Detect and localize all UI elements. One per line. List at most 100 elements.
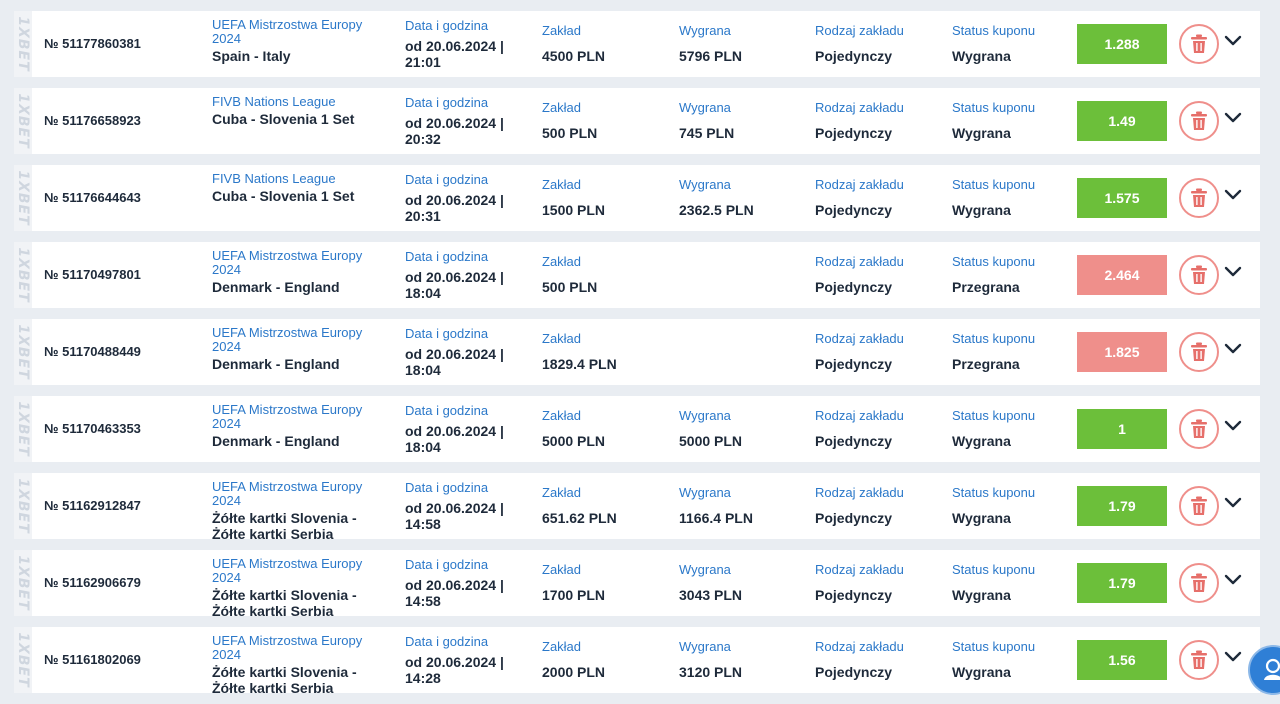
status-value: Wygrana xyxy=(952,125,1011,141)
datetime-label: Data i godzina xyxy=(405,249,489,264)
trash-icon xyxy=(1191,111,1207,130)
win-value: 5796 PLN xyxy=(679,48,743,64)
datetime-value: od 20.06.2024 | 18:04 xyxy=(405,346,504,378)
bet-type-block: Rodzaj zakładu Pojedynczy xyxy=(815,562,904,603)
win-value: 3120 PLN xyxy=(679,664,743,680)
status-label: Status kuponu xyxy=(952,177,1036,192)
bet-type-label: Rodzaj zakładu xyxy=(815,562,904,577)
bookmaker-logo-text: 1XBET xyxy=(15,93,31,149)
match-name: Żółte kartki Slovenia - Żółte kartki Ser… xyxy=(212,664,357,696)
datetime-block: Data i godzina od 20.06.2024 | 18:04 xyxy=(405,249,520,301)
bet-history-list: 1XBET № 51177860381 UEFA Mistrzostwa Eur… xyxy=(14,11,1260,704)
coefficient-badge: 1.56 xyxy=(1077,640,1167,680)
delete-button[interactable] xyxy=(1179,640,1219,680)
datetime-block: Data i godzina od 20.06.2024 | 18:04 xyxy=(405,326,520,378)
win-block: Wygrana 5000 PLN xyxy=(679,408,742,449)
expand-chevron-down-icon[interactable] xyxy=(1224,266,1242,278)
expand-chevron-down-icon[interactable] xyxy=(1224,651,1242,663)
expand-chevron-down-icon[interactable] xyxy=(1224,112,1242,124)
expand-chevron-down-icon[interactable] xyxy=(1224,420,1242,432)
expand-chevron-down-icon[interactable] xyxy=(1224,574,1242,586)
coefficient-badge: 1.825 xyxy=(1077,332,1167,372)
win-label: Wygrana xyxy=(679,408,731,423)
win-label: Wygrana xyxy=(679,100,731,115)
stake-label: Zakład xyxy=(542,485,582,500)
delete-button[interactable] xyxy=(1179,486,1219,526)
delete-button[interactable] xyxy=(1179,24,1219,64)
status-block: Status kuponu Wygrana xyxy=(952,177,1035,218)
status-label: Status kuponu xyxy=(952,408,1036,423)
delete-button[interactable] xyxy=(1179,409,1219,449)
bookmaker-logo-text: 1XBET xyxy=(15,16,31,72)
trash-icon xyxy=(1191,573,1207,592)
datetime-value: od 20.06.2024 | 14:28 xyxy=(405,654,504,686)
delete-button[interactable] xyxy=(1179,563,1219,603)
coupon-number: № 51176644643 xyxy=(44,190,141,205)
win-value: 5000 PLN xyxy=(679,433,743,449)
expand-chevron-down-icon[interactable] xyxy=(1224,497,1242,509)
match-name: Denmark - England xyxy=(212,356,340,372)
stake-value: 1500 PLN xyxy=(542,202,606,218)
delete-button[interactable] xyxy=(1179,178,1219,218)
datetime-label: Data i godzina xyxy=(405,172,489,187)
coupon-number: № 51170497801 xyxy=(44,267,141,282)
bet-type-block: Rodzaj zakładu Pojedynczy xyxy=(815,408,904,449)
bet-row[interactable]: 1XBET № 51176658923 FIVB Nations League … xyxy=(14,88,1260,154)
expand-chevron-down-icon[interactable] xyxy=(1224,189,1242,201)
status-label: Status kuponu xyxy=(952,562,1036,577)
expand-chevron-down-icon[interactable] xyxy=(1224,35,1242,47)
tournament-name: UEFA Mistrzostwa Europy 2024 xyxy=(212,402,363,431)
win-value: 3043 PLN xyxy=(679,587,743,603)
bet-type-label: Rodzaj zakładu xyxy=(815,254,904,269)
status-block: Status kuponu Wygrana xyxy=(952,100,1035,141)
delete-button[interactable] xyxy=(1179,101,1219,141)
bet-row[interactable]: 1XBET № 51176644643 FIVB Nations League … xyxy=(14,165,1260,231)
coupon-number: № 51161802069 xyxy=(44,652,141,667)
bet-row[interactable]: 1XBET № 51161802069 UEFA Mistrzostwa Eur… xyxy=(14,627,1260,697)
bet-type-block: Rodzaj zakładu Pojedynczy xyxy=(815,331,904,372)
win-label: Wygrana xyxy=(679,639,731,654)
datetime-label: Data i godzina xyxy=(405,557,489,572)
event-info: UEFA Mistrzostwa Europy 2024 Denmark - E… xyxy=(212,326,387,373)
stake-label: Zakład xyxy=(542,100,582,115)
datetime-label: Data i godzina xyxy=(405,326,489,341)
bookmaker-logo-text: 1XBET xyxy=(15,247,31,303)
bet-type-value: Pojedynczy xyxy=(815,48,893,64)
expand-chevron-down-icon[interactable] xyxy=(1224,343,1242,355)
trash-icon xyxy=(1191,188,1207,207)
bet-row[interactable]: 1XBET № 51162912847 UEFA Mistrzostwa Eur… xyxy=(14,473,1260,542)
event-info: UEFA Mistrzostwa Europy 2024 Żółte kartk… xyxy=(212,556,387,620)
event-info: UEFA Mistrzostwa Europy 2024 Żółte kartk… xyxy=(212,634,387,697)
stake-block: Zakład 651.62 PLN xyxy=(542,485,617,526)
datetime-value: od 20.06.2024 | 18:04 xyxy=(405,269,504,301)
status-block: Status kuponu Przegrana xyxy=(952,254,1035,295)
status-label: Status kuponu xyxy=(952,23,1036,38)
status-label: Status kuponu xyxy=(952,100,1036,115)
win-value: 2362.5 PLN xyxy=(679,202,754,218)
bet-row[interactable]: 1XBET № 51170463353 UEFA Mistrzostwa Eur… xyxy=(14,396,1260,462)
bookmaker-logo: 1XBET xyxy=(14,242,32,308)
stake-value: 4500 PLN xyxy=(542,48,606,64)
status-label: Status kuponu xyxy=(952,639,1036,654)
win-block: Wygrana 1166.4 PLN xyxy=(679,485,753,526)
win-block: Wygrana 5796 PLN xyxy=(679,23,742,64)
bet-row[interactable]: 1XBET № 51170488449 UEFA Mistrzostwa Eur… xyxy=(14,319,1260,385)
status-label: Status kuponu xyxy=(952,331,1036,346)
datetime-block: Data i godzina od 20.06.2024 | 14:58 xyxy=(405,480,520,532)
bookmaker-logo: 1XBET xyxy=(14,319,32,385)
bookmaker-logo-text: 1XBET xyxy=(15,555,31,611)
delete-button[interactable] xyxy=(1179,255,1219,295)
coefficient-badge: 1.575 xyxy=(1077,178,1167,218)
status-label: Status kuponu xyxy=(952,485,1036,500)
bet-row[interactable]: 1XBET № 51162906679 UEFA Mistrzostwa Eur… xyxy=(14,550,1260,620)
win-value: 745 PLN xyxy=(679,125,735,141)
tournament-name: UEFA Mistrzostwa Europy 2024 xyxy=(212,556,363,585)
trash-icon xyxy=(1191,342,1207,361)
bet-row[interactable]: 1XBET № 51170497801 UEFA Mistrzostwa Eur… xyxy=(14,242,1260,308)
bet-row[interactable]: 1XBET № 51177860381 UEFA Mistrzostwa Eur… xyxy=(14,11,1260,77)
delete-button[interactable] xyxy=(1179,332,1219,372)
stake-value: 1700 PLN xyxy=(542,587,606,603)
bet-type-block: Rodzaj zakładu Pojedynczy xyxy=(815,485,904,526)
status-value: Wygrana xyxy=(952,433,1011,449)
coefficient-badge: 1.79 xyxy=(1077,486,1167,526)
